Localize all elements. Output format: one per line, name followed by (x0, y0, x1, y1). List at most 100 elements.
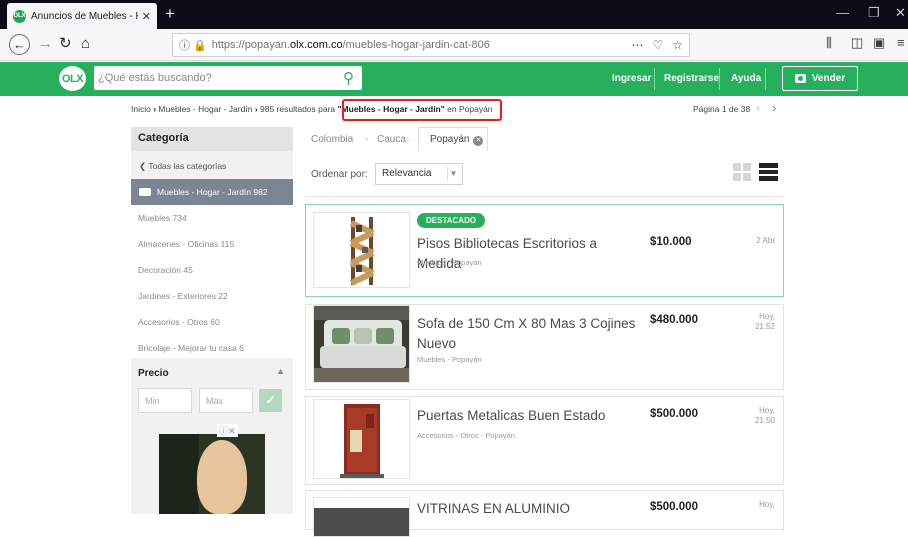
listing-thumbnail[interactable] (313, 497, 410, 537)
menu-hamburger-icon[interactable]: ≡ (897, 35, 905, 50)
location-popayan[interactable]: Popayán ✕ (418, 127, 488, 151)
bookmark-star-icon[interactable]: ☆ (672, 38, 683, 52)
window-restore-icon[interactable]: ❐ (868, 6, 880, 20)
remove-location-icon[interactable]: ✕ (473, 136, 484, 146)
listing-thumbnail[interactable] (313, 399, 410, 479)
sofa-icon (139, 188, 151, 196)
window-minimize-icon[interactable]: — (836, 6, 849, 20)
reload-icon[interactable]: ↻ (59, 35, 72, 53)
back-arrow-icon[interactable]: ← (9, 34, 30, 55)
sort-value: Relevancia (382, 168, 432, 179)
search-placeholder: ¿Qué estás buscando? (98, 72, 212, 84)
subcategory-item[interactable]: Jardines - Exteriores 22 (131, 283, 293, 309)
screenshot-icon[interactable]: ▣ (873, 35, 885, 51)
info-icon[interactable]: ⓘ (179, 37, 190, 53)
breadcrumb-home[interactable]: Inicio (131, 104, 151, 114)
location-cauca[interactable]: Cauca (377, 129, 406, 151)
current-category-label: Muebles - Hogar - Jardín 982 (157, 187, 268, 197)
address-bar[interactable]: ⓘ 🔒 https://popayan. olx.com.co/muebles-h… (172, 33, 690, 57)
chevron-up-icon[interactable]: ▲ (276, 366, 285, 376)
listing-date-time: 21:52 (754, 322, 775, 331)
chevron-left-icon: ❮ (139, 161, 149, 171)
sort-select[interactable]: Relevancia ▼ (375, 163, 463, 185)
prev-page-icon[interactable]: ‹ (756, 100, 760, 115)
olx-favicon-icon: OLX (13, 9, 26, 23)
url-prefix: https://popayan. (211, 39, 290, 51)
listing-date-day: Hoy, (759, 312, 775, 321)
metal-doors-image (314, 400, 409, 478)
all-categories-label: Todas las categorías (148, 161, 227, 171)
page-indicator: Página 1 de 38 (693, 104, 751, 114)
login-link[interactable]: Ingresar (612, 73, 651, 84)
url-path: /muebles-hogar-jardin-cat-806 (342, 39, 490, 51)
olx-logo[interactable]: OLX (59, 66, 86, 91)
next-page-icon[interactable]: › (772, 100, 776, 115)
current-category[interactable]: Muebles - Hogar - Jardín 982 (131, 179, 293, 205)
listing-item[interactable]: VITRINAS EN ALUMINIO $500.000 Hoy, (305, 490, 784, 537)
all-categories-link[interactable]: ❮ Todas las categorías (131, 151, 293, 179)
subcategory-item[interactable]: Muebles 734 (131, 205, 293, 231)
ad-image[interactable] (159, 434, 265, 514)
listing-title[interactable]: Puertas Metalicas Buen Estado (417, 406, 643, 426)
chevron-down-icon: ▼ (447, 167, 459, 181)
tab-close-icon[interactable]: ✕ (142, 10, 151, 23)
vitrine-image (314, 498, 409, 536)
tab-title: Anuncios de Muebles - Hogar (31, 10, 138, 22)
listing-item[interactable]: Sofa de 150 Cm X 80 Mas 3 Cojines Nuevo … (305, 304, 784, 390)
featured-badge: DESTACADO (417, 213, 486, 228)
location-colombia[interactable]: Colombia (311, 129, 353, 151)
price-title: Precio (138, 368, 169, 379)
ad-banner[interactable]: ⓘ✕ (131, 422, 293, 514)
library-icon[interactable]: ⫼ (826, 35, 832, 51)
location-separator-icon: › (406, 134, 410, 145)
subcategory-item[interactable]: Almacenes - Oficinas 115 (131, 231, 293, 257)
new-tab-icon[interactable]: + (165, 5, 175, 22)
ad-image-figure (197, 440, 247, 514)
listing-item[interactable]: Puertas Metalicas Buen Estado Accesorios… (305, 396, 784, 485)
listing-thumbnail[interactable] (313, 305, 410, 383)
listing-date-day: Hoy, (759, 406, 775, 415)
results-count: 985 resultados para (260, 104, 336, 114)
header-divider (719, 68, 720, 90)
listing-location: Muebles - Popayán (417, 258, 482, 267)
listing-location: Muebles - Popayán (417, 355, 482, 364)
grid-view-icon[interactable] (733, 163, 751, 181)
browser-tab[interactable]: OLX Anuncios de Muebles - Hogar ✕ (7, 3, 157, 29)
browser-nav-bar: ← → ↻ ⌂ ⓘ 🔒 https://popayan. olx.com.co/m… (0, 29, 908, 61)
price-filter: Precio ▲ Min Max ✓ (131, 358, 293, 422)
lock-icon: 🔒 (193, 39, 207, 52)
subcategory-item[interactable]: Decoración 45 (131, 257, 293, 283)
listing-price: $480.000 (650, 314, 698, 326)
home-icon[interactable]: ⌂ (81, 35, 90, 53)
listing-title[interactable]: VITRINAS EN ALUMINIO (417, 499, 643, 519)
forward-arrow-icon[interactable]: → (38, 35, 53, 53)
apply-price-button[interactable]: ✓ (259, 389, 282, 412)
listing-price: $500.000 (650, 408, 698, 420)
sidebar-toggle-icon[interactable]: ◫ (851, 35, 863, 51)
search-input[interactable]: ¿Qué estás buscando? ⚲ (94, 66, 362, 90)
url-domain: olx.com.co (289, 39, 343, 51)
price-min-input[interactable]: Min (138, 388, 192, 413)
subcategory-item[interactable]: Accesorios - Otros 60 (131, 309, 293, 335)
search-icon[interactable]: ⚲ (343, 69, 354, 87)
sell-button-label: Vender (811, 73, 846, 84)
listing-item[interactable]: DESTACADO Pisos Bibliotecas Escritorios … (305, 204, 784, 297)
window-close-icon[interactable]: ✕ (895, 6, 906, 20)
listing-title[interactable]: Sofa de 150 Cm X 80 Mas 3 Cojines Nuevo (417, 314, 643, 354)
price-max-input[interactable]: Max (199, 388, 253, 413)
sell-button[interactable]: Vender (782, 66, 858, 91)
list-view-icon[interactable] (759, 163, 778, 182)
help-link[interactable]: Ayuda (731, 73, 761, 84)
page-actions-icon[interactable]: ⋯ (631, 38, 643, 52)
breadcrumb-category[interactable]: Muebles - Hogar - Jardín (158, 104, 252, 114)
register-link[interactable]: Registrarse (664, 73, 719, 84)
listing-date: Hoy, 21:50 (755, 406, 775, 426)
listing-date: 2 Abr (756, 236, 775, 245)
sort-bar: Ordenar por: Relevancia ▼ (305, 151, 784, 197)
olx-header: OLX ¿Qué estás buscando? ⚲ Ingresar Regi… (0, 62, 908, 96)
pocket-icon[interactable]: ♡ (652, 38, 663, 52)
adchoices-icon[interactable]: ⓘ✕ (217, 424, 238, 437)
listing-title[interactable]: Pisos Bibliotecas Escritorios a Medida (417, 234, 643, 274)
listing-thumbnail[interactable] (313, 212, 410, 288)
location-separator-icon: › (365, 134, 369, 145)
